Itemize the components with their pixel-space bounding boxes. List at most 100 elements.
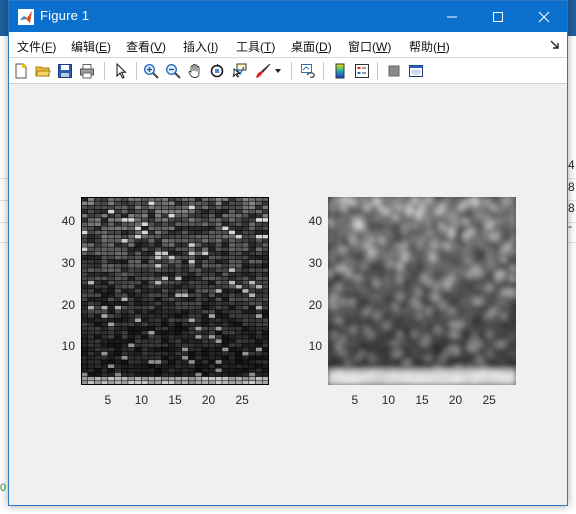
pcolor-cell xyxy=(134,213,142,219)
pcolor-cell xyxy=(161,267,169,273)
menu-file[interactable]: 文件(F) xyxy=(17,38,56,55)
pcolor-cell xyxy=(215,338,223,344)
pcolor-cell xyxy=(262,351,270,356)
pcolor-cell xyxy=(107,246,115,252)
pcolor-cell xyxy=(188,338,196,344)
menu-help[interactable]: 帮助(H) xyxy=(409,38,450,55)
title-bar[interactable]: Figure 1 xyxy=(9,1,567,32)
pcolor-cell xyxy=(134,338,142,344)
zoom-in-button[interactable] xyxy=(141,61,161,81)
pcolor-cell xyxy=(161,313,169,319)
pcolor-cell xyxy=(121,305,129,311)
open-file-button[interactable] xyxy=(33,61,53,81)
brush-button[interactable] xyxy=(253,61,273,81)
pcolor-cell xyxy=(154,338,162,344)
menu-tools[interactable]: 工具(T) xyxy=(236,38,275,55)
pcolor-cell xyxy=(107,342,115,348)
insert-legend-button[interactable] xyxy=(352,61,372,81)
axes-interp[interactable] xyxy=(328,197,516,389)
pcolor-cell xyxy=(241,255,250,260)
pcolor-cell xyxy=(134,317,142,323)
pcolor-cell xyxy=(174,330,182,336)
pcolor-cell xyxy=(262,347,270,352)
insert-colorbar-button[interactable] xyxy=(330,61,350,81)
pcolor-cell xyxy=(107,322,115,327)
print-button[interactable] xyxy=(77,61,97,81)
axes-pcolor[interactable] xyxy=(80,196,270,389)
menu-window[interactable]: 窗口(W) xyxy=(348,38,391,55)
pcolor-cell xyxy=(147,271,156,277)
pcolor-cell xyxy=(94,317,102,323)
figure-canvas[interactable]: 5 10 15 20 25 10 20 30 40 5 10 15 20 25 10 20 30 40 xyxy=(9,85,567,505)
pcolor-cell xyxy=(114,271,122,277)
pcolor-cell xyxy=(161,292,169,298)
rotate-3d-button[interactable] xyxy=(207,61,227,81)
pcolor-cell xyxy=(221,238,229,244)
pcolor-cell xyxy=(161,368,169,373)
pan-button[interactable] xyxy=(185,61,205,81)
pcolor-cell xyxy=(134,209,142,214)
pcolor-cell xyxy=(154,347,162,352)
save-button[interactable] xyxy=(55,61,75,81)
pcolor-cell xyxy=(188,230,196,235)
pcolor-cell xyxy=(228,242,236,248)
pcolor-cell xyxy=(215,221,223,227)
maximize-button[interactable] xyxy=(475,1,521,32)
hide-plot-tools-button[interactable] xyxy=(384,61,404,81)
brush-dropdown-button[interactable] xyxy=(273,61,283,81)
pcolor-cell xyxy=(255,305,263,311)
pcolor-cell xyxy=(241,217,250,223)
link-plot-button[interactable] xyxy=(298,61,318,81)
pcolor-cell xyxy=(241,213,250,219)
pcolor-cell xyxy=(194,368,203,373)
pcolor-cell xyxy=(262,363,270,369)
show-plot-tools-button[interactable] xyxy=(406,61,426,81)
figure-window[interactable]: Figure 1 文件(F) 编辑(E) 查看(V) 插入(I) 工具(T) 桌… xyxy=(8,0,568,506)
close-button[interactable] xyxy=(521,1,567,32)
pcolor-cell xyxy=(174,317,182,323)
pcolor-cell xyxy=(100,326,109,331)
pcolor-cell xyxy=(221,322,229,327)
menu-edit[interactable]: 编辑(E) xyxy=(71,38,111,55)
pcolor-cell xyxy=(241,305,250,311)
menu-view[interactable]: 查看(V) xyxy=(126,38,166,55)
pcolor-cell xyxy=(235,297,243,302)
pcolor-cell xyxy=(255,271,263,277)
pcolor-cell xyxy=(208,292,216,298)
pcolor-cell xyxy=(154,280,162,285)
pcolor-cell xyxy=(201,205,209,210)
pcolor-cell xyxy=(235,292,243,298)
pcolor-cell xyxy=(87,326,95,331)
pcolor-cell xyxy=(114,305,122,311)
pcolor-cell xyxy=(80,217,88,223)
pcolor-cell xyxy=(262,322,270,327)
pcolor-cell xyxy=(87,334,95,340)
pcolor-cell xyxy=(228,226,236,231)
toolbar-separator xyxy=(136,62,137,80)
minimize-button[interactable] xyxy=(429,1,475,32)
new-figure-button[interactable] xyxy=(11,61,31,81)
pan-hand-icon xyxy=(188,64,200,78)
pcolor-cell xyxy=(248,292,256,298)
data-cursor-button[interactable] xyxy=(229,61,249,81)
pcolor-cell xyxy=(107,205,115,210)
pcolor-cell xyxy=(262,238,270,244)
pcolor-cell xyxy=(255,255,263,260)
pcolor-cell xyxy=(87,368,95,373)
zoom-out-button[interactable] xyxy=(163,61,183,81)
pcolor-cell xyxy=(94,368,102,373)
menu-insert[interactable]: 插入(I) xyxy=(183,38,218,55)
pcolor-cell xyxy=(235,255,243,260)
edit-plot-button[interactable] xyxy=(111,61,131,81)
pcolor-cell xyxy=(201,342,209,348)
pcolor-cell xyxy=(107,221,115,227)
pcolor-cell xyxy=(248,326,256,331)
pcolor-cell xyxy=(248,342,256,348)
pcolor-cell xyxy=(235,301,243,306)
menu-desktop[interactable]: 桌面(D) xyxy=(291,38,332,55)
pcolor-cell xyxy=(121,263,129,269)
pcolor-cell xyxy=(121,322,129,327)
pcolor-cell xyxy=(255,297,263,302)
pcolor-cell xyxy=(80,246,88,252)
dock-arrow-icon[interactable] xyxy=(549,39,561,51)
